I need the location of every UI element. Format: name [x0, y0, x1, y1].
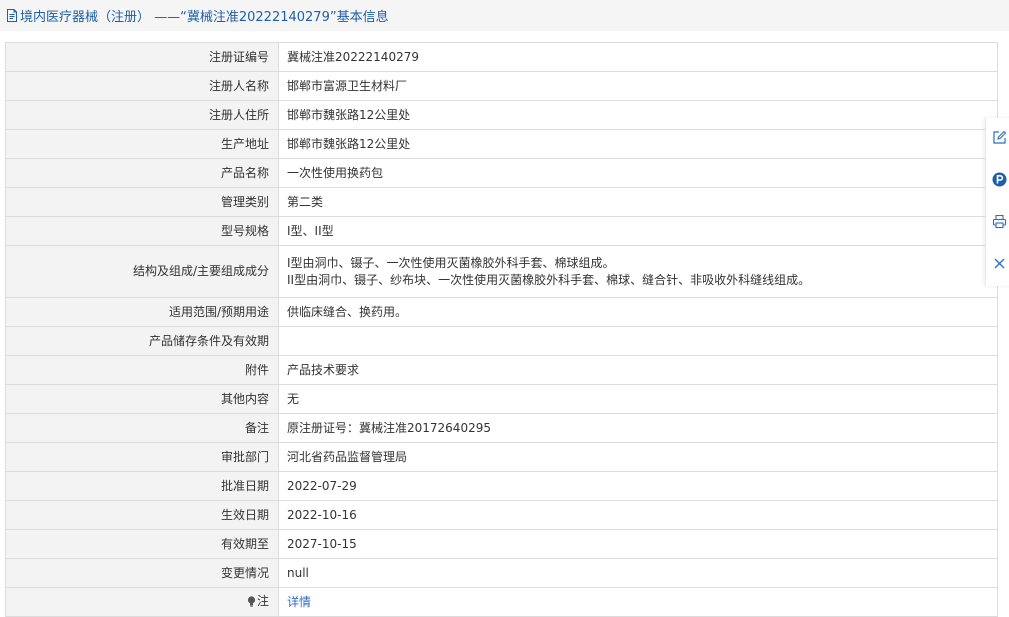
print-button[interactable]: [986, 202, 1009, 244]
table-row: 批准日期 2022-07-29: [5, 471, 998, 501]
row-label: 产品名称: [5, 158, 279, 188]
row-value: 供临床缝合、换药用。: [278, 297, 998, 327]
row-value: 原注册证号：冀械注准20172640295: [278, 413, 998, 443]
edit-icon: [992, 130, 1007, 148]
parking-icon: [992, 172, 1007, 190]
row-value: 一次性使用换药包: [278, 158, 998, 188]
row-value: [278, 326, 998, 356]
row-label: 批准日期: [5, 471, 279, 501]
row-label: 有效期至: [5, 529, 279, 559]
row-value: 邯郸市魏张路12公里处: [278, 100, 998, 130]
close-icon: [993, 257, 1006, 273]
table-row: 型号规格 I型、II型: [5, 216, 998, 246]
table-row: 附件 产品技术要求: [5, 355, 998, 385]
page-title: 境内医疗器械（注册） ——“冀械注准20222140279”基本信息: [20, 10, 389, 25]
table-row: 注册人住所 邯郸市魏张路12公里处: [5, 100, 998, 130]
document-icon: [5, 9, 19, 23]
lightbulb-icon: [247, 595, 256, 612]
composition-line-2: II型由洞巾、镊子、纱布块、一次性使用灭菌橡胶外科手套、棉球、缝合针、非吸收外科…: [287, 272, 811, 287]
row-value: 详情: [278, 587, 998, 617]
row-label: 变更情况: [5, 558, 279, 588]
close-button[interactable]: [986, 244, 1009, 286]
page-header: 境内医疗器械（注册） ——“冀械注准20222140279”基本信息: [0, 0, 1009, 31]
row-label: 审批部门: [5, 442, 279, 472]
edit-button[interactable]: [986, 118, 1009, 160]
row-label: 生产地址: [5, 129, 279, 159]
row-label: 适用范围/预期用途: [5, 297, 279, 327]
row-value: 2022-07-29: [278, 471, 998, 501]
row-label: 注册人住所: [5, 100, 279, 130]
table-row: 注 详情: [5, 587, 998, 617]
table-row: 结构及组成/主要组成成分 I型由洞巾、镊子、一次性使用灭菌橡胶外科手套、棉球组成…: [5, 245, 998, 298]
row-value: 邯郸市魏张路12公里处: [278, 129, 998, 159]
row-value: 2022-10-16: [278, 500, 998, 530]
row-value: 2027-10-15: [278, 529, 998, 559]
table-row: 备注 原注册证号：冀械注准20172640295: [5, 413, 998, 443]
row-label: 型号规格: [5, 216, 279, 246]
row-label: 结构及组成/主要组成成分: [5, 245, 279, 298]
details-link[interactable]: 详情: [287, 595, 311, 609]
row-value: 产品技术要求: [278, 355, 998, 385]
table-row: 生效日期 2022-10-16: [5, 500, 998, 530]
row-value: 第二类: [278, 187, 998, 217]
row-label: 生效日期: [5, 500, 279, 530]
composition-line-1: I型由洞巾、镊子、一次性使用灭菌橡胶外科手套、棉球组成。: [287, 255, 615, 270]
table-row: 变更情况 null: [5, 558, 998, 588]
row-label: 附件: [5, 355, 279, 385]
table-row: 其他内容 无: [5, 384, 998, 414]
row-label: 注册人名称: [5, 71, 279, 101]
row-value: 邯郸市富源卫生材料厂: [278, 71, 998, 101]
table-row: 注册证编号 冀械注准20222140279: [5, 42, 998, 72]
row-label: 管理类别: [5, 187, 279, 217]
row-label: 备注: [5, 413, 279, 443]
side-toolbar: [985, 118, 1009, 286]
row-label: 产品储存条件及有效期: [5, 326, 279, 356]
table-row: 审批部门 河北省药品监督管理局: [5, 442, 998, 472]
row-value: I型由洞巾、镊子、一次性使用灭菌橡胶外科手套、棉球组成。 II型由洞巾、镊子、纱…: [278, 245, 998, 298]
row-value: I型、II型: [278, 216, 998, 246]
table-row: 有效期至 2027-10-15: [5, 529, 998, 559]
row-value: null: [278, 558, 998, 588]
parking-button[interactable]: [986, 160, 1009, 202]
table-row: 注册人名称 邯郸市富源卫生材料厂: [5, 71, 998, 101]
row-label: 注册证编号: [5, 42, 279, 72]
table-row: 管理类别 第二类: [5, 187, 998, 217]
info-table: 注册证编号 冀械注准20222140279 注册人名称 邯郸市富源卫生材料厂 注…: [5, 42, 998, 617]
row-label-note: 注: [5, 587, 279, 617]
row-value: 冀械注准20222140279: [278, 42, 998, 72]
table-row: 产品名称 一次性使用换药包: [5, 158, 998, 188]
note-label-text: 注: [256, 593, 269, 608]
row-value: 无: [278, 384, 998, 414]
table-row: 生产地址 邯郸市魏张路12公里处: [5, 129, 998, 159]
table-row: 产品储存条件及有效期: [5, 326, 998, 356]
row-value: 河北省药品监督管理局: [278, 442, 998, 472]
table-row: 适用范围/预期用途 供临床缝合、换药用。: [5, 297, 998, 327]
print-icon: [992, 214, 1007, 232]
row-label: 其他内容: [5, 384, 279, 414]
